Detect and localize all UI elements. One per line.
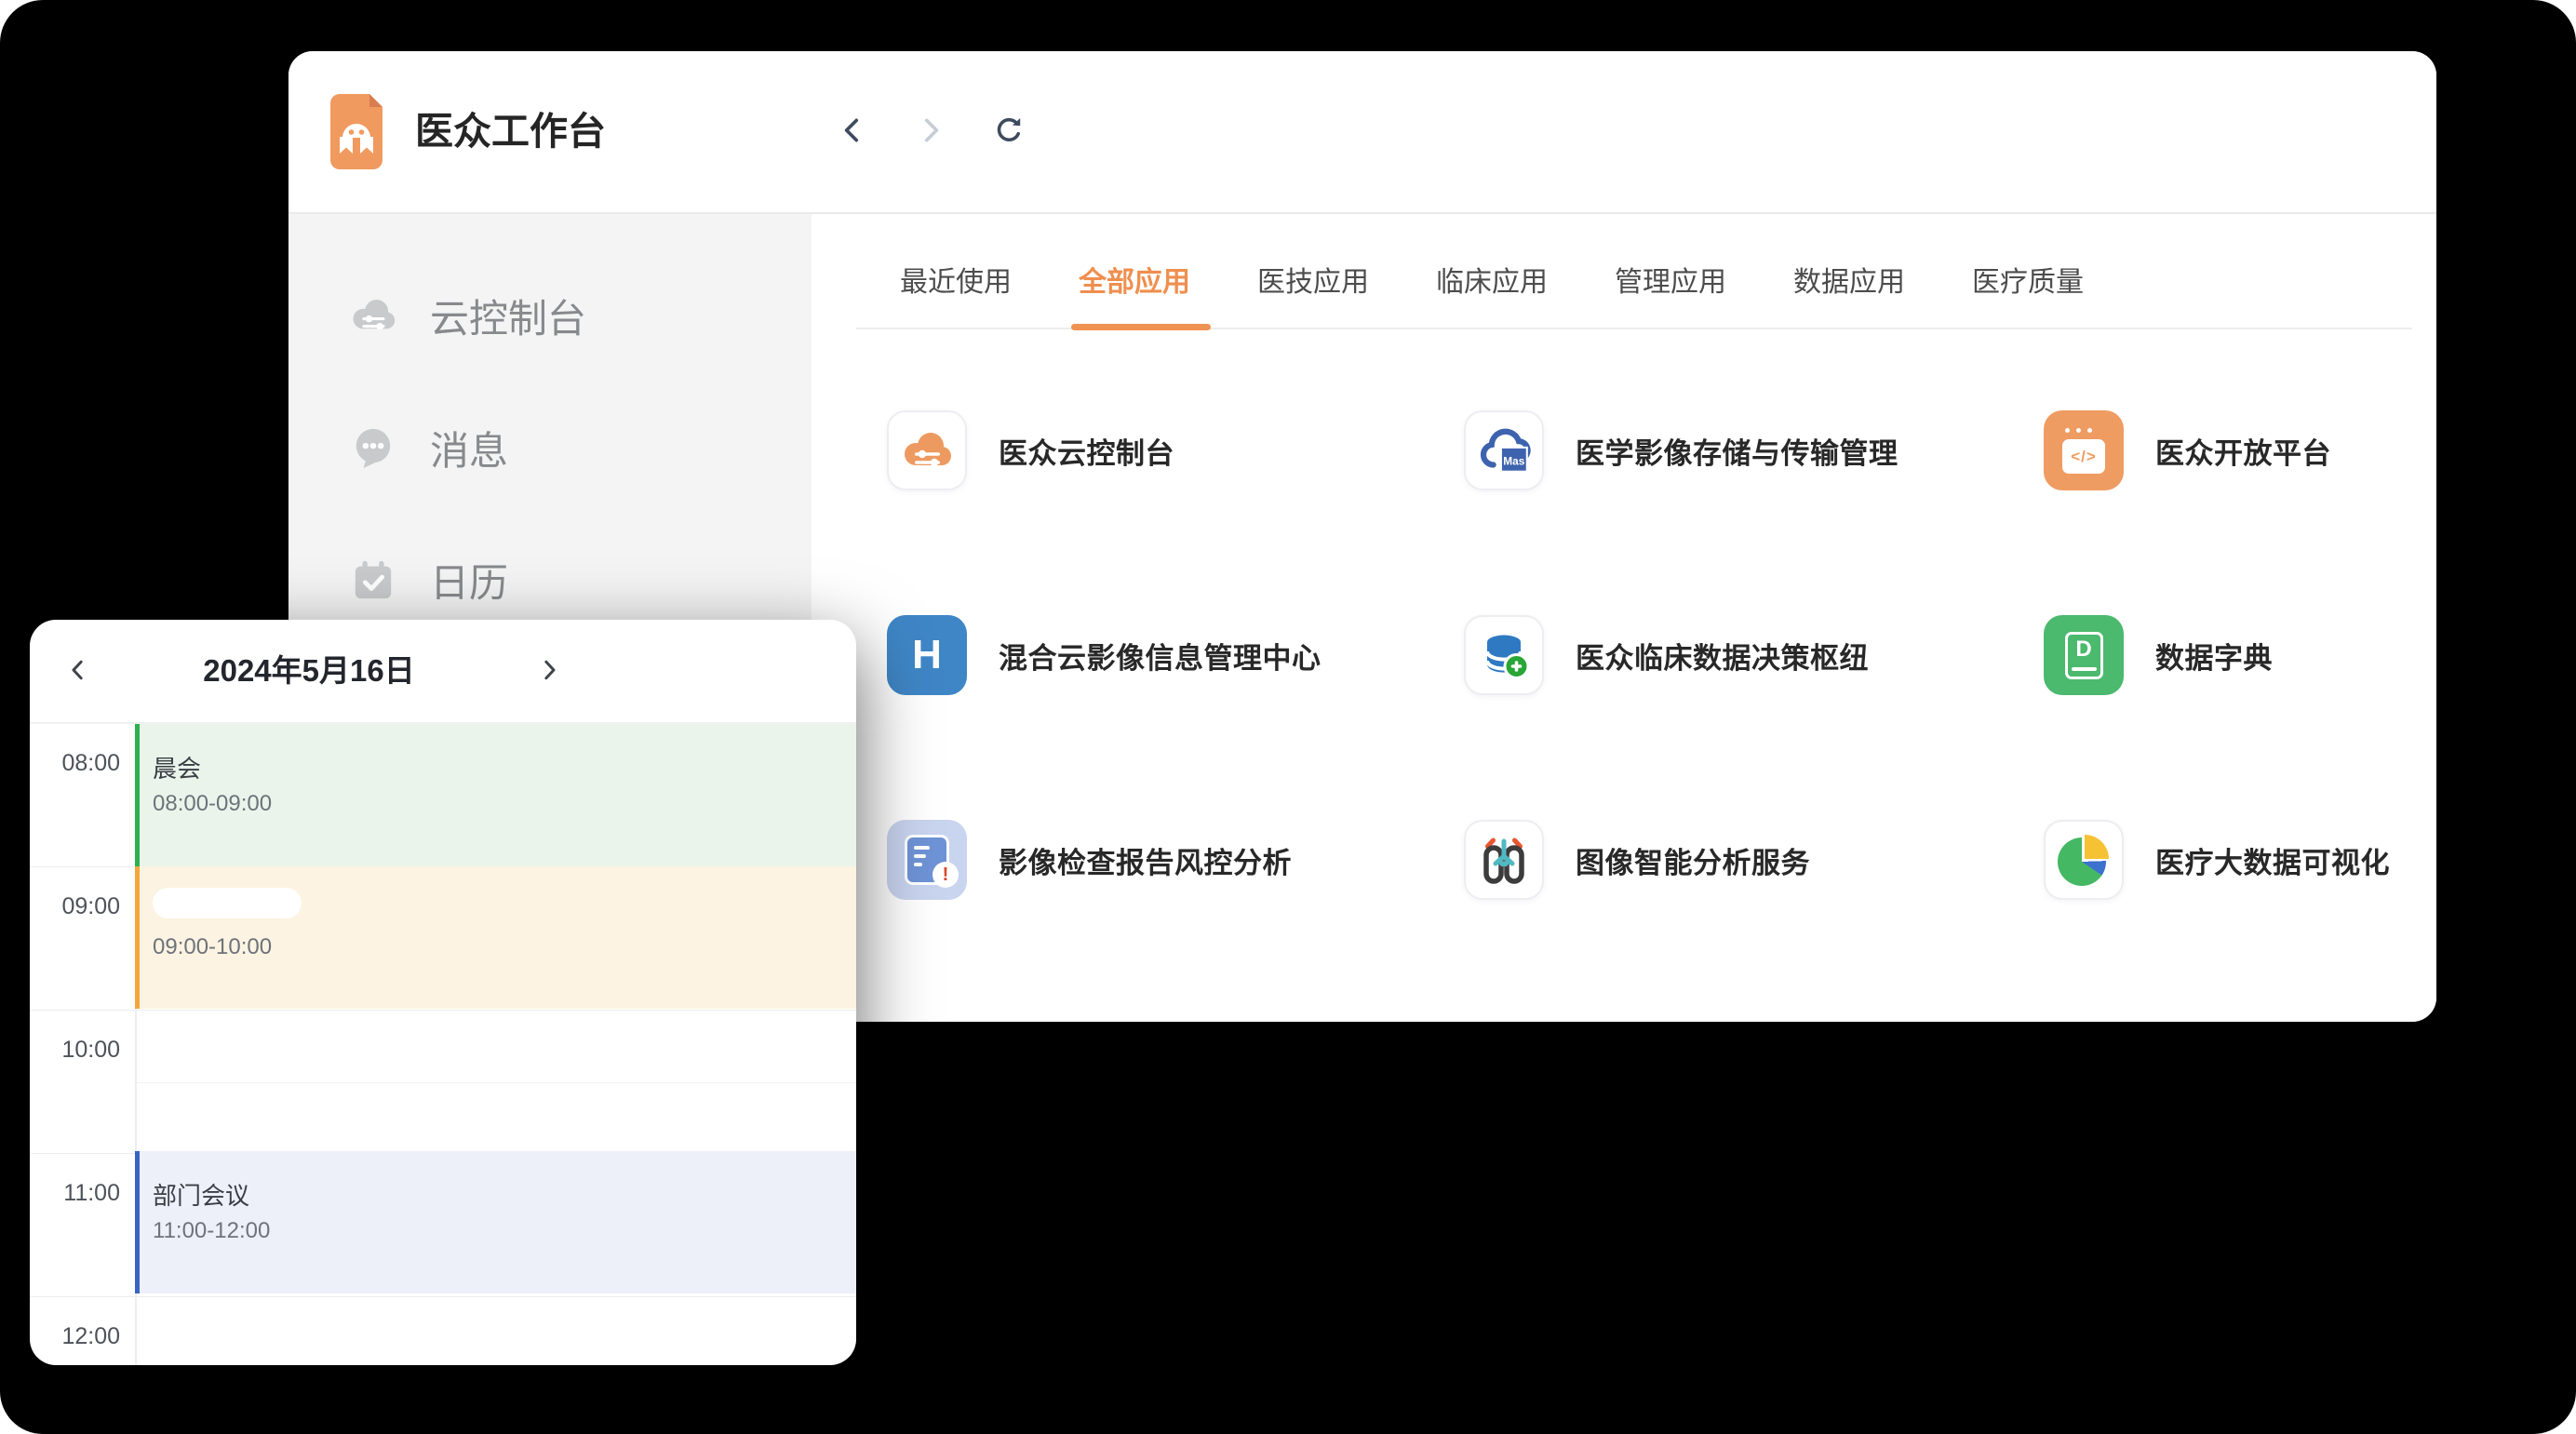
app-label: 医众临床数据决策枢纽 (1576, 635, 1869, 677)
hour-row-10: 10:00 (30, 1010, 856, 1153)
sidebar-item-messages[interactable]: 消息 (288, 382, 812, 514)
sidebar-item-label: 云控制台 (430, 288, 586, 344)
tab-all-apps[interactable]: 全部应用 (1079, 259, 1190, 328)
tab-clinical-apps[interactable]: 临床应用 (1436, 259, 1548, 328)
app-label: 医学影像存储与传输管理 (1576, 430, 1898, 472)
window-header: 医众工作台 (288, 51, 2436, 214)
event-department-meeting[interactable]: 部门会议 11:00-12:00 (135, 1151, 856, 1293)
app-hybrid-cloud-imaging[interactable]: H 混合云影像信息管理中心 (887, 615, 1464, 695)
window-title: 医众工作台 (415, 51, 606, 212)
calendar-check-icon (350, 556, 396, 603)
hour-row-12: 12:00 (30, 1296, 856, 1365)
calendar-header: 2024年5月16日 (30, 620, 856, 724)
time-label: 10:00 (30, 1037, 120, 1064)
hybrid-cloud-letter-icon: H (887, 615, 967, 695)
imaging-storage-cloud-icon: Mas (1464, 410, 1544, 490)
day-timeline: 08:00 09:00 10:00 11:00 12:00 晨会 08:0 (30, 724, 856, 1365)
app-category-tabs: 最近使用 全部应用 医技应用 临床应用 管理应用 数据应用 医疗质量 (856, 214, 2412, 329)
message-bubble-icon (350, 424, 396, 471)
event-time: 09:00-10:00 (153, 934, 856, 960)
refresh-icon (993, 114, 1025, 149)
tab-recently-used[interactable]: 最近使用 (900, 259, 1012, 328)
tab-management-apps[interactable]: 管理应用 (1615, 259, 1726, 328)
app-imaging-storage[interactable]: Mas 医学影像存储与传输管理 (1464, 410, 2044, 490)
event-title: 晨会 (153, 754, 856, 784)
calendar-panel: 2024年5月16日 08:00 09:00 10:00 (30, 620, 856, 1365)
app-big-data-visualization[interactable]: 医疗大数据可视化 (2044, 820, 2436, 900)
tab-medtech-apps[interactable]: 医技应用 (1257, 259, 1369, 328)
time-label: 12:00 (30, 1323, 120, 1350)
app-label: 图像智能分析服务 (1576, 839, 1810, 881)
event-title: 部门会议 (153, 1181, 856, 1211)
cloud-settings-icon (350, 292, 396, 339)
report-risk-alert-icon: ! (887, 820, 967, 900)
calendar-next-day-button[interactable] (523, 620, 575, 722)
time-label: 09:00 (30, 893, 120, 920)
database-plus-icon (1464, 615, 1544, 695)
event-redacted[interactable]: 09:00-10:00 (135, 866, 856, 1009)
desktop-background: 医众工作台 (0, 0, 2576, 1434)
sidebar-item-cloud-console[interactable]: 云控制台 (288, 249, 812, 382)
data-dictionary-book-icon: D (2044, 615, 2124, 695)
app-report-risk-analysis[interactable]: ! 影像检查报告风控分析 (887, 820, 1464, 900)
open-platform-code-icon: </> (2044, 410, 2124, 490)
refresh-button[interactable] (990, 114, 1027, 151)
back-button[interactable] (834, 114, 871, 151)
app-label: 医疗大数据可视化 (2155, 839, 2390, 881)
event-time: 08:00-09:00 (153, 791, 856, 817)
app-clinical-data-hub[interactable]: 医众临床数据决策枢纽 (1464, 615, 2044, 695)
app-label: 数据字典 (2155, 635, 2273, 677)
app-label: 混合云影像信息管理中心 (999, 635, 1322, 677)
apps-grid: 医众云控制台 Mas 医学影像存储与传输管理 (887, 410, 2436, 900)
svg-text:Mas: Mas (1503, 455, 1524, 468)
forward-button[interactable] (912, 114, 949, 151)
browser-nav (834, 51, 1027, 212)
chevron-right-icon (535, 656, 563, 687)
chevron-left-icon (64, 656, 92, 687)
tab-medical-quality[interactable]: 医疗质量 (1972, 259, 2084, 328)
time-label: 11:00 (30, 1180, 120, 1207)
app-cloud-console[interactable]: 医众云控制台 (887, 410, 1464, 490)
app-logo-icon (330, 94, 382, 169)
app-label: 影像检查报告风控分析 (999, 839, 1292, 881)
sidebar-item-label: 消息 (430, 420, 508, 476)
time-label: 08:00 (30, 750, 120, 777)
pie-chart-icon (2044, 820, 2124, 900)
calendar-date-title: 2024年5月16日 (169, 620, 449, 722)
event-morning-meeting[interactable]: 晨会 08:00-09:00 (135, 724, 856, 866)
app-label: 医众开放平台 (2155, 430, 2331, 472)
chevron-right-icon (915, 114, 946, 149)
apps-content: 最近使用 全部应用 医技应用 临床应用 管理应用 数据应用 医疗质量 (812, 214, 2436, 1022)
chevron-left-icon (837, 114, 868, 149)
calendar-prev-day-button[interactable] (52, 620, 104, 722)
sidebar-item-label: 日历 (430, 552, 508, 609)
app-open-platform[interactable]: </> 医众开放平台 (2044, 410, 2436, 490)
lungs-ai-icon (1464, 820, 1544, 900)
event-time: 11:00-12:00 (153, 1218, 856, 1244)
app-label: 医众云控制台 (999, 430, 1174, 472)
app-image-ai-analysis[interactable]: 图像智能分析服务 (1464, 820, 2044, 900)
cloud-console-icon (887, 410, 967, 490)
app-data-dictionary[interactable]: D 数据字典 (2044, 615, 2436, 695)
redacted-event-title (153, 888, 302, 918)
tab-data-apps[interactable]: 数据应用 (1793, 259, 1905, 328)
